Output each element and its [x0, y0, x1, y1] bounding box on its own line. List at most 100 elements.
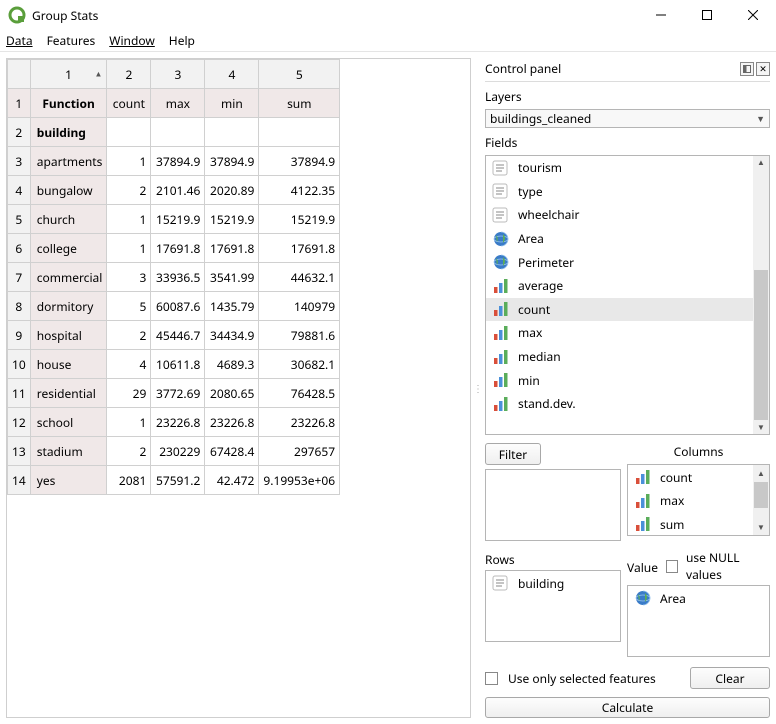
max-cell: 60087.6 [151, 292, 205, 321]
menu-help[interactable]: Help [169, 32, 195, 49]
scroll-up-icon[interactable]: ▲ [753, 465, 769, 481]
category-cell: bungalow [30, 176, 107, 205]
list-item[interactable]: median [486, 345, 753, 369]
row-number[interactable]: 4 [8, 176, 31, 205]
max-cell: 23226.8 [151, 408, 205, 437]
menu-window[interactable]: Window [109, 32, 155, 49]
list-item[interactable]: count [486, 298, 753, 322]
list-item[interactable]: Perimeter [486, 250, 753, 274]
list-item[interactable]: sum [628, 513, 753, 537]
use-null-checkbox[interactable] [666, 560, 678, 573]
list-item[interactable]: building [486, 571, 620, 595]
list-item-label: Area [518, 230, 544, 247]
menu-data[interactable]: Data [6, 32, 33, 49]
scroll-thumb[interactable] [754, 270, 768, 420]
sum-cell: 23226.8 [259, 408, 340, 437]
table-row[interactable]: 2building [8, 118, 340, 147]
list-item-label: Area [660, 590, 686, 607]
row-number[interactable]: 9 [8, 321, 31, 350]
row-number[interactable]: 13 [8, 437, 31, 466]
clear-button[interactable]: Clear [690, 667, 770, 689]
columns-list[interactable]: countmaxsum ▲ ▼ [627, 464, 770, 536]
table-row[interactable]: 11residential293772.692080.6576428.5 [8, 379, 340, 408]
table-row[interactable]: 5church115219.915219.915219.9 [8, 205, 340, 234]
value-list[interactable]: Area [627, 585, 770, 657]
row-number[interactable]: 7 [8, 263, 31, 292]
table-row[interactable]: 3apartments137894.937894.937894.9 [8, 147, 340, 176]
window-title: Group Stats [32, 7, 98, 24]
min-cell: 17691.8 [205, 234, 259, 263]
col-header-2[interactable]: 2 [107, 60, 151, 89]
list-item[interactable]: average [486, 274, 753, 298]
row-number[interactable]: 12 [8, 408, 31, 437]
list-item[interactable]: type [486, 180, 753, 204]
row-number[interactable]: 8 [8, 292, 31, 321]
scroll-up-icon[interactable]: ▲ [753, 156, 769, 170]
fields-scrollbar[interactable]: ▲ ▼ [753, 156, 769, 434]
layers-label: Layers [485, 88, 770, 105]
layers-combo[interactable]: buildings_cleaned ▼ [485, 109, 770, 128]
row-number[interactable]: 14 [8, 466, 31, 495]
calculate-button[interactable]: Calculate [485, 697, 770, 718]
table-row[interactable]: 12school123226.823226.823226.8 [8, 408, 340, 437]
filter-button[interactable]: Filter [485, 443, 541, 465]
row-number[interactable]: 2 [8, 118, 31, 147]
scroll-down-icon[interactable]: ▼ [753, 519, 769, 535]
dock-icon[interactable] [740, 62, 754, 76]
row-header-1[interactable]: 1 [8, 89, 31, 118]
col-header-4[interactable]: 4 [205, 60, 259, 89]
col-header-5[interactable]: 5 [259, 60, 340, 89]
list-item[interactable]: tourism [486, 156, 753, 180]
table-row[interactable]: 10house410611.84689.330682.1 [8, 350, 340, 379]
columns-scrollbar[interactable]: ▲ ▼ [753, 465, 769, 535]
list-item[interactable]: max [486, 321, 753, 345]
list-item[interactable]: count [628, 465, 753, 489]
minimize-button[interactable] [638, 0, 684, 30]
list-item[interactable]: Area [628, 586, 769, 610]
row-number[interactable]: 5 [8, 205, 31, 234]
count-cell: 4 [107, 350, 151, 379]
row-number[interactable]: 3 [8, 147, 31, 176]
scroll-down-icon[interactable]: ▼ [753, 421, 769, 435]
count-cell: 1 [107, 147, 151, 176]
fields-label: Fields [485, 134, 770, 151]
columns-label: Columns [627, 443, 770, 460]
filter-list[interactable] [485, 469, 621, 541]
results-table[interactable]: 1▲ 2 3 4 5 1 Function count max min [6, 58, 471, 718]
count-cell: 1 [107, 205, 151, 234]
close-button[interactable] [730, 0, 776, 30]
category-cell: school [30, 408, 107, 437]
col-header-3[interactable]: 3 [151, 60, 205, 89]
list-item[interactable]: wheelchair [486, 203, 753, 227]
table-row[interactable]: 4bungalow22101.462020.894122.35 [8, 176, 340, 205]
use-selected-checkbox[interactable] [485, 672, 498, 685]
list-item-label: Perimeter [518, 254, 574, 271]
table-row[interactable]: 7commercial333936.53541.9944632.1 [8, 263, 340, 292]
fields-list[interactable]: tourism typewheelchair Area Perimeter averag… [485, 155, 770, 435]
list-item[interactable]: stand.dev. [486, 392, 753, 416]
row-number[interactable]: 10 [8, 350, 31, 379]
list-item[interactable]: Area [486, 227, 753, 251]
table-row[interactable]: 9hospital245446.734434.979881.6 [8, 321, 340, 350]
list-item-label: tourism [518, 159, 562, 176]
list-item[interactable]: min [486, 368, 753, 392]
max-cell: 57591.2 [151, 466, 205, 495]
sort-asc-icon: ▲ [94, 69, 102, 80]
menu-features[interactable]: Features [47, 32, 96, 49]
table-row[interactable]: 6college117691.817691.817691.8 [8, 234, 340, 263]
table-row[interactable]: 13stadium223022967428.4297657 [8, 437, 340, 466]
scroll-thumb[interactable] [754, 482, 768, 508]
col-header-1[interactable]: 1▲ [30, 60, 107, 89]
text-icon [492, 159, 510, 177]
row-number[interactable]: 6 [8, 234, 31, 263]
menubar: Data Features Window Help [0, 30, 776, 52]
bars-icon [492, 371, 510, 389]
close-panel-icon[interactable]: ✕ [756, 62, 770, 76]
list-item-label: average [518, 277, 563, 294]
list-item[interactable]: max [628, 489, 753, 513]
rows-list[interactable]: building [485, 570, 621, 642]
row-number[interactable]: 11 [8, 379, 31, 408]
table-row[interactable]: 14yes208157591.242.4729.19953e+06 [8, 466, 340, 495]
maximize-button[interactable] [684, 0, 730, 30]
table-row[interactable]: 8dormitory560087.61435.79140979 [8, 292, 340, 321]
